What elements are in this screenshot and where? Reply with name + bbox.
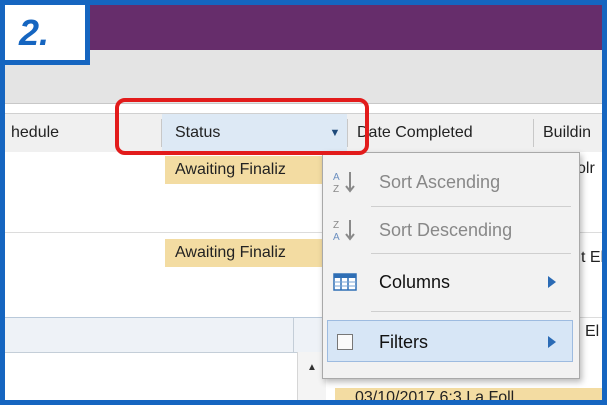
status-cell: Awaiting Finaliz [165,239,325,267]
bottom-row-text: 03/10/2017 6:3 La Foll [355,389,515,405]
submenu-arrow-icon [548,336,556,348]
column-header-date-completed[interactable]: Date Completed [357,114,473,152]
column-dropdown-menu: A Z Sort Ascending Z A Sort Descending C… [322,152,580,379]
column-separator [533,119,534,147]
sub-grid-panel: ▲ [5,317,326,400]
column-header-schedule[interactable]: hedule [11,114,59,152]
building-cell: t El [581,249,605,266]
svg-text:Z: Z [333,184,339,194]
svg-text:Z: Z [333,220,339,231]
menu-item-sort-ascending[interactable]: A Z Sort Ascending [323,157,579,207]
submenu-arrow-icon [548,276,556,288]
sort-ascending-icon: A Z [333,172,355,194]
menu-item-label: Columns [379,272,451,292]
columns-icon [333,273,357,291]
sub-grid-header [5,318,325,353]
building-cell: El [585,323,600,340]
svg-text:A: A [333,232,340,242]
menu-separator [371,311,571,312]
step-badge: 2. [0,0,90,65]
menu-item-filters[interactable]: Filters [379,330,428,354]
menu-item-label: Sort Descending [379,220,513,240]
screenshot-frame: hedule Status ▼ Date Completed Buildin A… [0,0,607,405]
toolbar-area [5,50,602,104]
menu-item-sort-descending[interactable]: Z A Sort Descending [323,207,579,257]
column-header-building[interactable]: Buildin [543,114,591,152]
menu-item-filters-highlight [327,320,573,362]
app-header-bar [5,5,602,50]
svg-text:A: A [333,172,340,183]
step-number: 2. [19,12,50,53]
sort-descending-icon: Z A [333,220,355,242]
menu-item-label: Sort Ascending [379,172,501,192]
menu-item-columns[interactable]: Columns [323,256,579,306]
checkbox-icon[interactable] [337,334,353,350]
column-separator [293,318,294,352]
status-cell: Awaiting Finaliz [165,156,325,184]
menu-separator [371,253,571,254]
callout-highlight-box [115,98,369,155]
